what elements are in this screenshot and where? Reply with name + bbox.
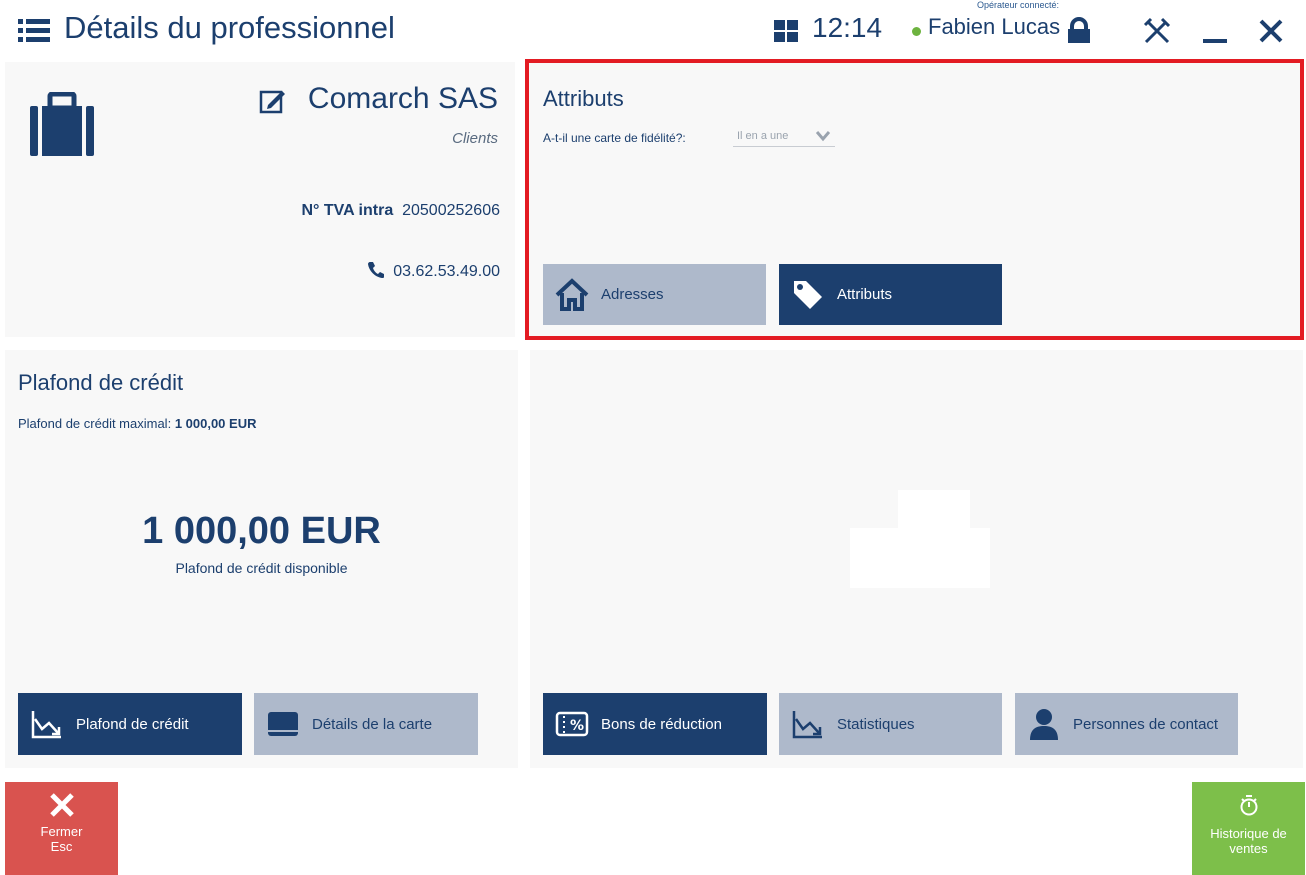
- tools-icon[interactable]: [1142, 16, 1172, 46]
- tab-bons-reduction[interactable]: % Bons de réduction: [543, 693, 767, 755]
- card-icon: [266, 707, 300, 741]
- svg-text:%: %: [570, 718, 584, 734]
- person-icon: [1027, 707, 1061, 741]
- briefcase-icon: [30, 91, 94, 158]
- minimize-icon[interactable]: [1200, 16, 1230, 46]
- tab-plafond-credit-label: Plafond de crédit: [76, 715, 189, 733]
- chart-down-icon: [30, 707, 64, 741]
- close-x-icon: [49, 792, 75, 818]
- tab-plafond-credit[interactable]: Plafond de crédit: [18, 693, 242, 755]
- menu-icon[interactable]: [18, 18, 50, 44]
- tva-label: N° TVA intra: [301, 202, 394, 219]
- tab-personnes-contact-label: Personnes de contact: [1073, 715, 1219, 733]
- credit-title: Plafond de crédit: [18, 370, 184, 395]
- tab-personnes-contact[interactable]: Personnes de contact: [1015, 693, 1238, 755]
- credit-available-amount: 1 000,00 EUR: [142, 510, 381, 552]
- tab-statistiques-label: Statistiques: [837, 715, 915, 733]
- online-status-icon: [912, 27, 921, 36]
- statistics-icon: [791, 707, 825, 741]
- stopwatch-icon: [1238, 794, 1260, 816]
- grid-icon[interactable]: [774, 20, 798, 42]
- highlight-frame: [525, 59, 1304, 340]
- tab-details-carte[interactable]: Détails de la carte: [254, 693, 478, 755]
- lock-icon[interactable]: [1064, 16, 1094, 46]
- credit-max: Plafond de crédit maximal: 1 000,00 EUR: [18, 416, 256, 431]
- tab-details-carte-label: Détails de la carte: [312, 715, 433, 733]
- close-button-label: Fermer: [40, 824, 83, 839]
- tab-statistiques[interactable]: Statistiques: [779, 693, 1002, 755]
- percent-icon: %: [555, 707, 589, 741]
- sales-history-label-2: ventes: [1229, 841, 1268, 856]
- customer-type: Clients: [452, 130, 498, 147]
- blank-area: [898, 490, 970, 530]
- tva-number: N° TVA intra 20500252606: [200, 202, 500, 220]
- phone-value: 03.62.53.49.00: [393, 263, 500, 280]
- sales-history-button[interactable]: Historique de ventes: [1192, 782, 1305, 875]
- customer-name: Comarch SAS: [307, 82, 498, 115]
- close-icon[interactable]: [1256, 16, 1286, 46]
- operator-name[interactable]: Fabien Lucas: [928, 14, 1060, 40]
- tab-bons-reduction-label: Bons de réduction: [601, 715, 722, 733]
- page-title: Détails du professionnel: [64, 10, 395, 45]
- edit-icon[interactable]: [258, 86, 288, 116]
- blank-area: [850, 528, 990, 588]
- tva-value: 20500252606: [402, 202, 500, 219]
- phone-icon: [367, 261, 385, 284]
- credit-max-value: 1 000,00 EUR: [174, 416, 257, 431]
- phone-number: 03.62.53.49.00: [200, 261, 500, 284]
- credit-available-label: Plafond de crédit disponible: [175, 560, 348, 576]
- credit-max-label: Plafond de crédit maximal:: [18, 416, 172, 431]
- clock-time: 12:14: [812, 12, 883, 43]
- sales-history-label-1: Historique de: [1210, 826, 1287, 841]
- close-button[interactable]: Fermer Esc: [5, 782, 118, 875]
- close-button-shortcut: Esc: [50, 839, 73, 854]
- operator-label: Opérateur connecté:: [976, 0, 1060, 10]
